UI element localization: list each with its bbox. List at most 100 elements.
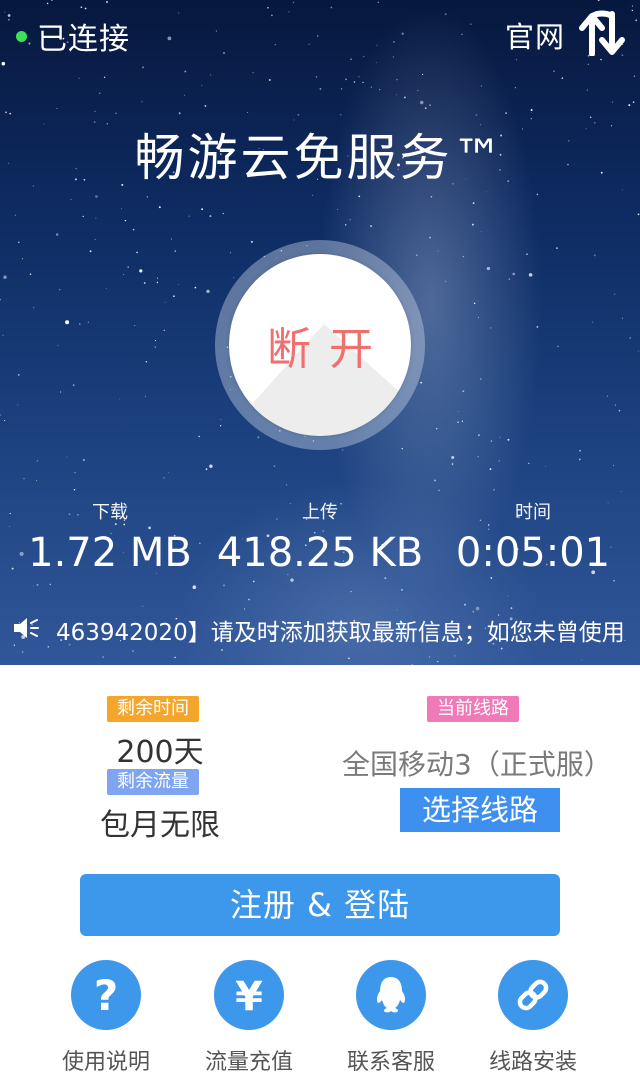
star [51, 0, 53, 1]
select-line-button[interactable]: 选择线路 [400, 788, 560, 832]
star [124, 219, 127, 222]
menu-item-contact[interactable]: 联系客服 [331, 960, 451, 1076]
remaining-time-value: 200天 [116, 735, 204, 770]
star [586, 89, 589, 91]
star [429, 236, 431, 239]
official-site-link[interactable]: 官网 [505, 14, 565, 56]
star [473, 302, 476, 305]
star [188, 215, 190, 217]
star [33, 307, 35, 309]
register-login-button[interactable]: 注册 & 登陆 [80, 874, 560, 936]
star [437, 661, 439, 663]
menu-circle: ? [71, 960, 141, 1030]
star [146, 196, 149, 198]
star [349, 219, 351, 221]
disconnect-button[interactable]: 断开 [229, 254, 411, 436]
star [479, 378, 482, 381]
star [330, 6, 333, 9]
star [23, 477, 25, 480]
star [174, 250, 177, 252]
star [184, 94, 185, 96]
menu-label-guide: 使用说明 [61, 1050, 150, 1075]
star [384, 577, 387, 580]
star [632, 101, 635, 103]
star [29, 273, 32, 276]
star [3, 275, 7, 279]
star [545, 465, 547, 467]
star [477, 455, 479, 458]
star [174, 656, 176, 659]
star [622, 317, 623, 319]
star [464, 603, 466, 606]
transfer-arrows-icon[interactable] [578, 10, 626, 56]
star [252, 580, 255, 583]
star [205, 468, 208, 471]
star [637, 350, 639, 352]
star [396, 94, 397, 96]
menu-circle [356, 960, 426, 1030]
star [268, 79, 271, 81]
star [396, 79, 398, 81]
stat-time: 时间 0:05:01 [423, 498, 640, 576]
star [339, 113, 342, 116]
star [198, 435, 200, 438]
star [95, 217, 97, 219]
star [273, 465, 276, 467]
star [628, 104, 631, 107]
star [376, 44, 378, 46]
star [201, 84, 203, 86]
star [14, 214, 17, 216]
star [2, 334, 4, 336]
stat-upload-label: 上传 [302, 502, 338, 523]
status-dot [16, 30, 27, 42]
remaining-data-badge: 剩余流量 [107, 769, 199, 795]
star [457, 411, 459, 412]
star [363, 56, 365, 58]
star [462, 255, 465, 258]
star [505, 112, 507, 114]
star [606, 395, 608, 397]
menu-item-recharge[interactable]: ¥ 流量充值 [189, 960, 309, 1076]
star [613, 579, 615, 582]
star [401, 447, 403, 450]
menu-label-recharge: 流量充值 [204, 1050, 293, 1075]
star [18, 241, 20, 244]
star [7, 14, 11, 17]
star [489, 468, 492, 470]
star [581, 659, 583, 661]
star [561, 77, 564, 79]
star [451, 463, 454, 465]
star [184, 70, 187, 73]
star [508, 278, 510, 280]
star [319, 87, 322, 90]
menu-item-guide[interactable]: ? 使用说明 [46, 960, 166, 1076]
star [344, 224, 347, 226]
star [635, 19, 638, 22]
star [308, 43, 310, 45]
star [593, 254, 596, 257]
star [178, 12, 180, 14]
menu-item-install[interactable]: 线路安装 [473, 960, 593, 1076]
star [9, 112, 12, 115]
star [156, 277, 159, 279]
star [8, 19, 10, 21]
stat-time-label: 时间 [515, 502, 551, 523]
star [119, 398, 121, 400]
star [536, 193, 539, 196]
stat-upload: 上传 418.25 KB [210, 498, 430, 576]
hero-background: 已连接 官网 畅游云免服务™ 断开 下载 1.72 MB 上传 418.25 K… [0, 0, 640, 665]
star [21, 651, 24, 653]
star [47, 646, 50, 648]
star [526, 253, 528, 256]
star [637, 213, 640, 216]
star [222, 212, 224, 215]
star [154, 346, 157, 348]
star [78, 77, 80, 79]
star [428, 656, 430, 658]
star [66, 456, 68, 458]
star [454, 655, 456, 657]
star [411, 664, 413, 665]
star [105, 288, 107, 290]
star [462, 390, 465, 393]
star [248, 598, 250, 601]
